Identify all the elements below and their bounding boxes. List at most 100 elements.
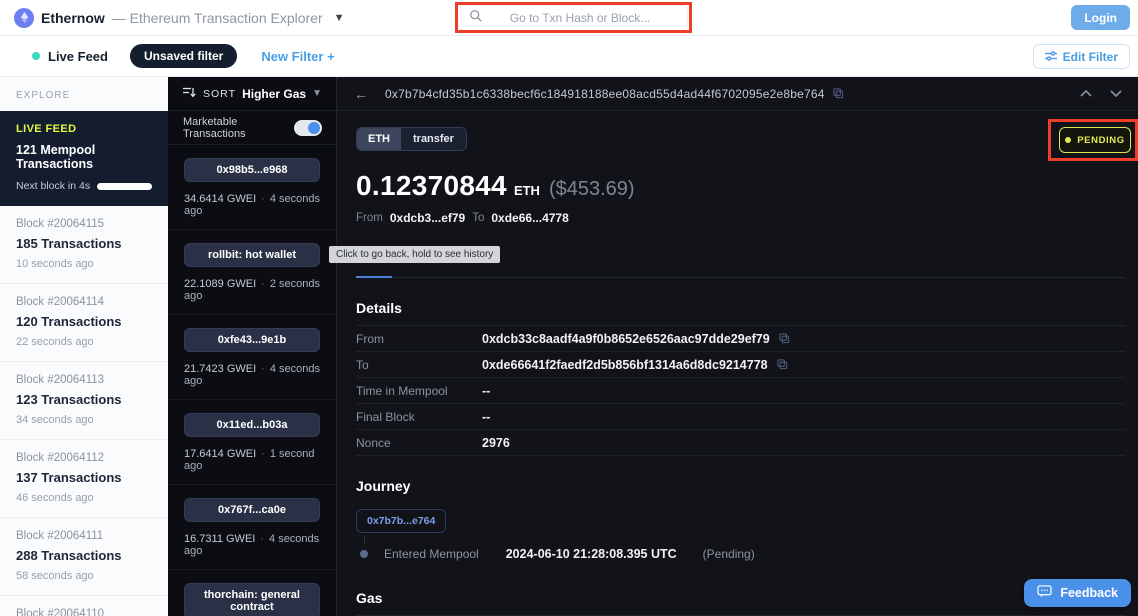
top-bar: Ethernow — Ethereum Transaction Explorer…: [0, 0, 1138, 36]
copy-icon[interactable]: [777, 359, 788, 370]
sort-label: SORT: [203, 88, 236, 100]
next-block-progress-bar: [97, 183, 152, 190]
tx-list-item: 0x98b5...e968 34.6414 GWEI4 seconds ago: [168, 145, 336, 230]
journey-section-title: Journey: [356, 478, 1125, 496]
chevron-down-icon[interactable]: ▼: [334, 12, 345, 24]
detail-body: ETH transfer 0.12370844 ETH ($453.69) Fr…: [337, 111, 1138, 616]
marketable-label: Marketable Transactions: [183, 116, 294, 140]
live-status-dot: [32, 52, 40, 60]
marketable-toggle[interactable]: [294, 120, 322, 136]
from-label: From: [356, 212, 383, 224]
tx-hash-pill[interactable]: thorchain: general contract: [184, 583, 320, 616]
transaction-detail-panel: ← 0x7b7b4cfd35b1c6338becf6c184918188ee08…: [336, 77, 1138, 616]
event-name: Entered Mempool: [384, 547, 479, 561]
tx-list-item: 0x767f...ca0e 16.7311 GWEI4 seconds ago: [168, 485, 336, 570]
live-feed-title: LIVE FEED: [16, 123, 152, 135]
sidebar-item-block[interactable]: Block #20064115 185 Transactions 10 seco…: [0, 206, 168, 284]
mempool-count: 121 Mempool Transactions: [16, 143, 152, 171]
active-tab-indicator: [356, 276, 392, 278]
event-timestamp: 2024-06-10 21:28:08.395 UTC: [506, 547, 677, 561]
block-age: 10 seconds ago: [16, 258, 152, 270]
to-address-short[interactable]: 0xde66...4778: [491, 211, 568, 225]
back-button-tooltip: Click to go back, hold to see history: [329, 246, 500, 263]
sort-value[interactable]: Higher Gas: [242, 87, 306, 101]
sidebar-item-block[interactable]: Block #20064113 123 Transactions 34 seco…: [0, 362, 168, 440]
block-txn-count: 288 Transactions: [16, 548, 152, 563]
asset-tag: ETH: [357, 128, 401, 150]
journey-event: Entered Mempool 2024-06-10 21:28:08.395 …: [356, 547, 1138, 561]
feedback-label: Feedback: [1060, 586, 1118, 600]
edit-filter-label: Edit Filter: [1063, 50, 1118, 64]
detail-row-nonce: Nonce 2976: [356, 430, 1125, 456]
sidebar-item-block[interactable]: Block #20064111 288 Transactions 58 seco…: [0, 518, 168, 596]
row-value: --: [482, 410, 490, 424]
tx-list-item: 0x11ed...b03a 17.6414 GWEI1 second ago: [168, 400, 336, 485]
copy-icon[interactable]: [833, 88, 844, 99]
from-address-full: 0xdcb33c8aadf4a9f0b8652e6526aac97dde29ef…: [482, 332, 770, 346]
block-number: Block #20064110: [16, 608, 152, 616]
login-button[interactable]: Login: [1071, 5, 1130, 30]
chevron-down-icon[interactable]: [1110, 90, 1122, 97]
pending-label: PENDING: [1077, 135, 1124, 146]
tx-gas: 16.7311 GWEI: [184, 533, 255, 545]
chevron-down-icon: ▼: [312, 88, 322, 99]
live-feed-label: Live Feed: [48, 49, 108, 64]
type-tag: transfer: [401, 128, 466, 150]
block-txn-count: 137 Transactions: [16, 470, 152, 485]
blocks-sidebar: EXPLORE LIVE FEED 121 Mempool Transactio…: [0, 77, 168, 616]
next-block-label: Next block in 4s: [16, 180, 90, 192]
app-root: Ethernow — Ethereum Transaction Explorer…: [0, 0, 1138, 616]
copy-icon[interactable]: [779, 333, 790, 344]
tx-hash-pill[interactable]: 0x767f...ca0e: [184, 498, 320, 522]
ethernow-logo-icon: [14, 8, 34, 28]
edit-filter-button[interactable]: Edit Filter: [1033, 44, 1130, 69]
tx-hash-pill[interactable]: 0x11ed...b03a: [184, 413, 320, 437]
unsaved-filter-pill[interactable]: Unsaved filter: [130, 44, 237, 68]
tx-hash-pill[interactable]: 0x98b5...e968: [184, 158, 320, 182]
tx-list-item: thorchain: general contract 16.6414 GWEI…: [168, 570, 336, 616]
tx-gas: 22.1089 GWEI: [184, 278, 256, 290]
status-badge-pending: PENDING: [1059, 127, 1131, 153]
detail-row-to: To 0xde66641f2faedf2d5b856bf1314a6d8dc92…: [356, 352, 1125, 378]
gas-section-title: Gas: [356, 590, 1125, 616]
sort-header[interactable]: SORT Higher Gas ▼: [168, 77, 336, 111]
row-label: From: [356, 332, 482, 346]
content: EXPLORE LIVE FEED 121 Mempool Transactio…: [0, 77, 1138, 616]
search-input[interactable]: [483, 11, 677, 25]
detail-row-from: From 0xdcb33c8aadf4a9f0b8652e6526aac97dd…: [356, 326, 1125, 352]
block-txn-count: 120 Transactions: [16, 314, 152, 329]
filter-sliders-icon: [1045, 50, 1057, 64]
brand-suffix: — Ethereum Transaction Explorer: [112, 10, 323, 26]
row-value: --: [482, 384, 490, 398]
amount-usd: ($453.69): [549, 178, 635, 201]
chevron-up-icon[interactable]: [1080, 90, 1092, 97]
from-address-short[interactable]: 0xdcb3...ef79: [390, 211, 465, 225]
new-filter-link[interactable]: New Filter +: [261, 49, 334, 64]
sidebar-item-block[interactable]: Block #20064114 120 Transactions 22 seco…: [0, 284, 168, 362]
details-section-title: Details: [356, 300, 1125, 326]
detail-row-final-block: Final Block --: [356, 404, 1125, 430]
timeline-dot-icon: [360, 550, 368, 558]
tx-gas: 17.6414 GWEI: [184, 448, 256, 460]
asset-type-tags: ETH transfer: [356, 127, 467, 151]
sidebar-item-block[interactable]: Block #20064110 102 Transactions 1 minut…: [0, 596, 168, 616]
tx-gas: 34.6414 GWEI: [184, 193, 256, 205]
sidebar-item-block[interactable]: Block #20064112 137 Transactions 46 seco…: [0, 440, 168, 518]
detail-row-mempool-time: Time in Mempool --: [356, 378, 1125, 404]
sidebar-item-live-feed[interactable]: LIVE FEED 121 Mempool Transactions Next …: [0, 111, 168, 206]
feedback-button[interactable]: Feedback: [1024, 579, 1131, 607]
tx-gas: 21.7423 GWEI: [184, 363, 256, 375]
tx-hash-pill[interactable]: rollbit: hot wallet: [184, 243, 320, 267]
brand[interactable]: Ethernow — Ethereum Transaction Explorer…: [14, 8, 345, 28]
journey-tx-tag[interactable]: 0x7b7b...e764: [356, 509, 446, 533]
amount-value: 0.12370844: [356, 170, 507, 202]
tx-list-item: 0xfe43...9e1b 21.7423 GWEI4 seconds ago: [168, 315, 336, 400]
transaction-hash: 0x7b7b4cfd35b1c6338becf6c184918188ee08ac…: [385, 87, 825, 101]
event-state: (Pending): [703, 547, 755, 561]
tx-hash-pill[interactable]: 0xfe43...9e1b: [184, 328, 320, 352]
search-box[interactable]: [458, 5, 688, 31]
amount-unit: ETH: [514, 183, 540, 198]
back-arrow-icon[interactable]: ←: [354, 86, 368, 102]
marketable-row: Marketable Transactions: [168, 111, 336, 145]
block-age: 46 seconds ago: [16, 492, 152, 504]
